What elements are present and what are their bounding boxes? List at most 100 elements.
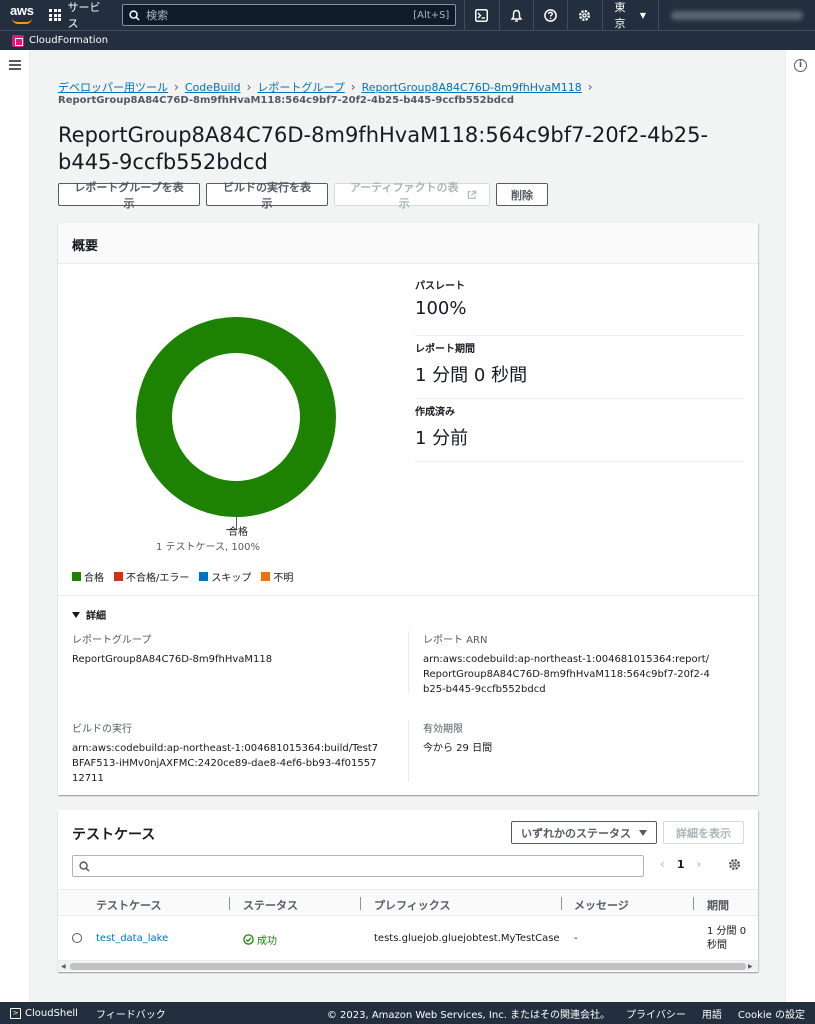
services-label: サービス [67,1,101,30]
notifications-button[interactable] [498,0,533,30]
donut-label-sub: 1 テストケース, 100% [156,542,260,553]
account-menu[interactable] [658,0,815,30]
detail-build-run: ビルドの実行 arn:aws:codebuild:ap-northeast-1:… [72,720,382,786]
terminal-icon [475,8,489,22]
summary-panel: 概要 合格 1 テストケース, 100% 合格 不合格/エラー スキップ 不明 … [58,223,758,795]
chevron-right-icon: › [350,80,356,94]
table-header: テストケース ステータス プレフィックス メッセージ 期間 [58,889,758,916]
cloudshell-nav-button[interactable] [464,0,498,30]
view-report-group-button[interactable]: レポートグループを表示 [58,182,200,210]
table-row: test_data_lake 成功 tests.gluejob.gluejobt… [58,916,758,960]
next-page-icon[interactable]: › [696,857,701,871]
feedback-link[interactable]: フィードバック [96,1006,166,1021]
previous-page-icon[interactable]: ‹ [660,857,665,871]
breadcrumb-developer-tools[interactable]: デベロッパー用ツール [58,79,168,95]
breadcrumb-report-group[interactable]: ReportGroup8A84C76D-8m9fhHvaM118 [362,81,582,94]
detail-expiry-value: 今から 29 日間 [423,743,493,754]
detail-report-group-key: レポートグループ [72,635,152,646]
footer: > CloudShell フィードバック © 2023, Amazon Web … [0,1002,815,1024]
bell-icon [510,9,523,22]
metric-pass-rate-key: パスレート [415,281,465,292]
metric-pass-rate-value: 100% [415,298,467,319]
aws-logo[interactable]: aws [10,4,35,26]
help-button[interactable] [532,0,567,30]
aws-logo-text: aws [10,3,34,18]
donut-label: 合格 1 テストケース, 100% [98,523,318,553]
table-preferences-button[interactable] [728,858,741,874]
donut-label-title: 合格 [228,527,248,538]
cookie-settings-link[interactable]: Cookie の設定 [738,1006,805,1021]
search-icon [79,860,90,872]
right-tools-rail: i [785,50,815,1002]
test-cases-heading: テストケース [72,827,156,843]
cloudformation-icon [12,34,24,47]
metric-created-key: 作成済み [415,407,455,418]
column-header-status[interactable]: ステータス [243,897,298,913]
view-artifacts-button[interactable]: アーティファクトの表示 [334,182,490,210]
status-filter-select[interactable]: いずれかのステータス [511,821,657,844]
detail-expiry-key: 有効期限 [423,724,463,735]
summary-metrics: パスレート 100% レポート期間 1 分間 0 秒間 作成済み 1 分前 [415,273,744,462]
services-menu[interactable]: サービス [49,0,110,31]
metric-pass-rate: パスレート 100% [415,273,744,336]
metric-report-duration: レポート期間 1 分間 0 秒間 [415,336,744,399]
view-build-run-button[interactable]: ビルドの実行を表示 [206,182,328,210]
settings-button[interactable] [567,0,601,30]
search-placeholder: 検索 [146,9,169,22]
metric-created-value: 1 分前 [415,428,469,449]
metric-report-duration-key: レポート期間 [415,344,475,355]
pagination: ‹ 1 › [660,857,701,871]
scroll-right-icon[interactable]: ▶ [748,963,753,970]
grid-icon [49,9,62,21]
test-case-link[interactable]: test_data_lake [96,933,168,944]
scroll-left-icon[interactable]: ◀ [61,963,66,970]
current-page[interactable]: 1 [677,858,685,871]
region-selector[interactable]: 東京 ▼ [601,0,658,30]
detail-report-arn-value: arn:aws:codebuild:ap-northeast-1:0046810… [423,654,710,695]
favorite-cloudformation[interactable]: CloudFormation [29,35,108,46]
top-navigation: aws サービス 検索 [Alt+S] 東京 ▼ [0,0,815,30]
chevron-right-icon: › [587,80,593,94]
legend-unknown-label: 不明 [273,573,294,584]
detail-report-group-value: ReportGroup8A84C76D-8m9fhHvaM118 [72,654,273,665]
view-details-button[interactable]: 詳細を表示 [663,821,744,844]
breadcrumb-codebuild[interactable]: CodeBuild [185,81,241,94]
donut-pass-segment [136,317,336,517]
breadcrumb-report-groups[interactable]: レポートグループ [257,79,344,95]
column-header-message[interactable]: メッセージ [574,897,629,913]
copyright-text: © 2023, Amazon Web Services, Inc. またはその関… [326,1009,611,1021]
column-header-prefix[interactable]: プレフィックス [374,897,450,913]
region-label: 東京 [614,1,626,30]
privacy-link[interactable]: プライバシー [626,1006,686,1021]
favorites-bar: CloudFormation [0,30,815,50]
test-case-search-input[interactable] [72,855,644,877]
search-icon [129,9,140,21]
status-text: 成功 [257,936,277,947]
horizontal-scrollbar[interactable]: ◀ ▶ [58,960,758,971]
row-select-radio[interactable] [72,933,82,943]
legend-unknown: 不明 [261,569,293,584]
chevron-right-icon: › [174,80,179,94]
cloudshell-footer-button[interactable]: > CloudShell [10,1007,78,1019]
scrollbar-thumb[interactable] [70,963,746,970]
legend-fail: 不合格/エラー [114,569,189,584]
column-header-duration[interactable]: 期間 [707,897,729,913]
info-icon[interactable]: i [794,59,807,72]
terminal-icon: > [10,1007,21,1019]
cloudshell-label: CloudShell [25,1007,78,1019]
action-buttons: レポートグループを表示 ビルドの実行を表示 アーティファクトの表示 削除 [58,182,548,210]
column-header-testcase[interactable]: テストケース [96,897,161,913]
global-search-input[interactable]: 検索 [Alt+S] [122,4,457,26]
details-toggle[interactable]: 詳細 [72,607,106,622]
status-filter-label: いずれかのステータス [521,826,631,840]
menu-icon[interactable] [9,60,21,70]
gear-icon [728,858,741,871]
detail-report-arn: レポート ARN arn:aws:codebuild:ap-northeast-… [423,631,713,697]
help-icon [544,8,557,22]
caret-down-icon: ▼ [639,10,647,20]
check-circle-icon [243,934,254,945]
legend-skip-label: スキップ [211,573,252,584]
terms-link[interactable]: 用語 [702,1006,722,1021]
delete-button[interactable]: 削除 [496,183,548,206]
search-shortcut: [Alt+S] [413,9,450,21]
